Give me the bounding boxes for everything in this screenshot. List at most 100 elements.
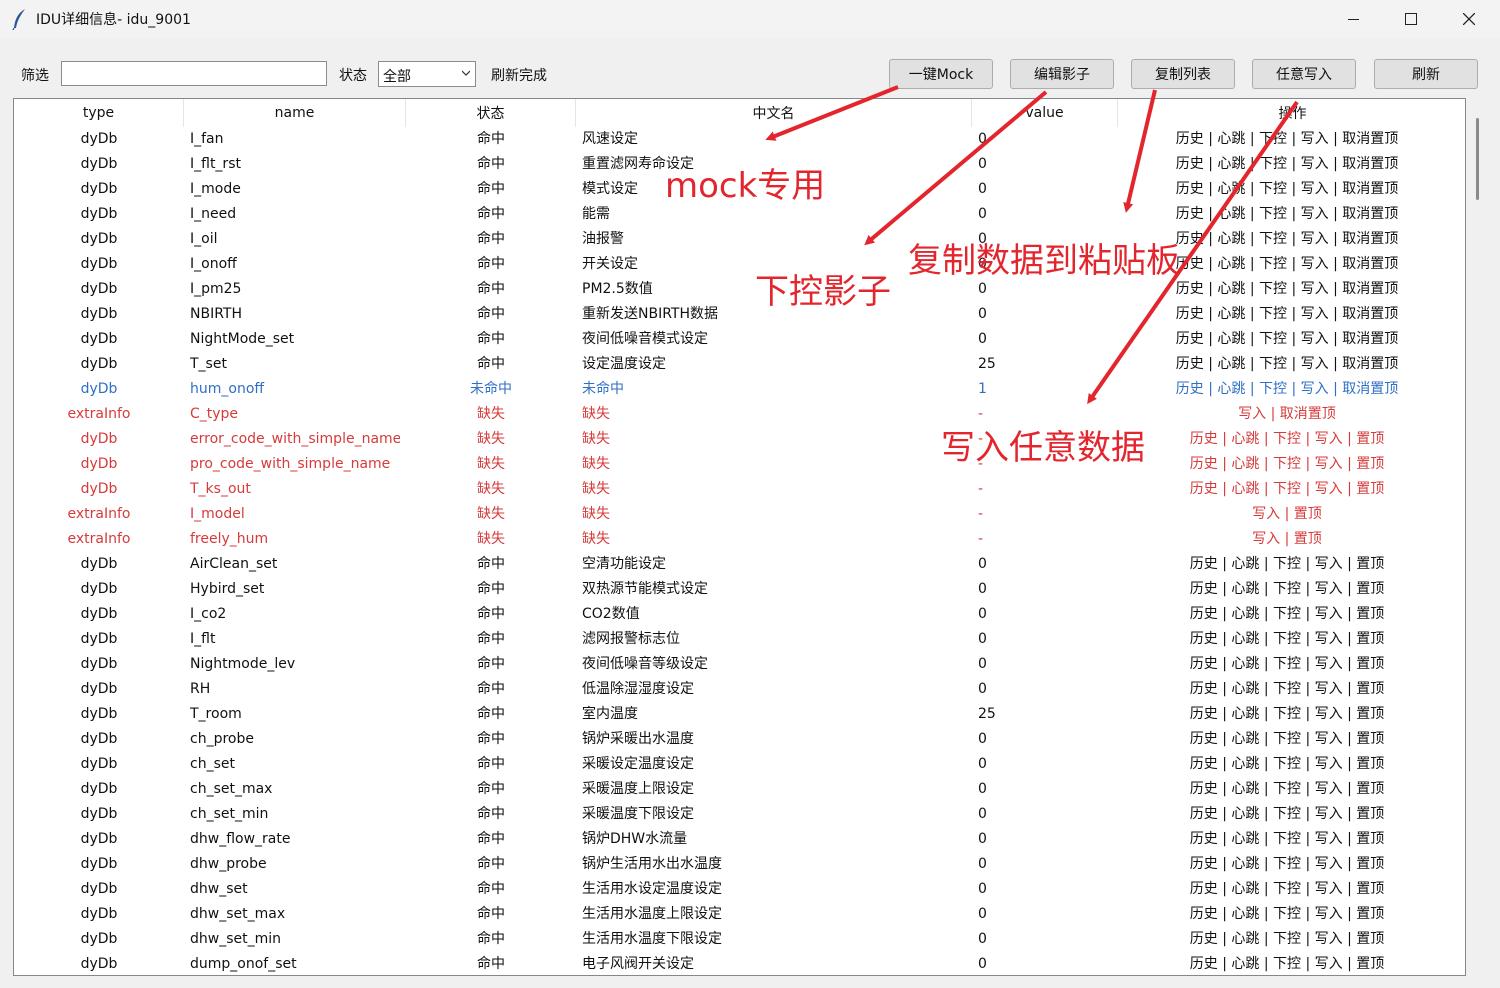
maximize-button[interactable] [1382,0,1440,38]
header-value[interactable]: value [972,99,1118,127]
cell-ops[interactable]: 历史 | 心跳 | 下控 | 写入 | 置顶 [1122,877,1452,902]
cell-name: pro_code_with_simple_name [190,456,391,472]
arbitrary-write-button[interactable]: 任意写入 [1252,59,1356,89]
table-row[interactable]: dyDb NBIRTH 命中 重新发送NBIRTH数据 0 历史 | 心跳 | 下控 | … [14,302,1465,327]
cell-ops[interactable]: 历史 | 心跳 | 下控 | 写入 | 置顶 [1122,852,1452,877]
table-row[interactable]: dyDb dhw_set_min 命中 生活用水温度下限设定 0 历史 | 心跳 | 下控… [14,927,1465,952]
cell-ops[interactable]: 历史 | 心跳 | 下控 | 写入 | 置顶 [1122,952,1452,975]
scrollbar[interactable] [1468,98,1486,976]
table-row[interactable]: dyDb pro_code_with_simple_name 缺失 缺失 - 历史 | 心… [14,452,1465,477]
table-row[interactable]: dyDb ch_set 命中 采暖设定温度设定 0 历史 | 心跳 | 下控 | 写入 |… [14,752,1465,777]
cell-ops[interactable]: 历史 | 心跳 | 下控 | 写入 | 置顶 [1122,427,1452,452]
cell-name: I_fan [190,131,224,147]
table-row[interactable]: dyDb dhw_set 命中 生活用水设定温度设定 0 历史 | 心跳 | 下控 | 写… [14,877,1465,902]
cell-ops[interactable]: 历史 | 心跳 | 下控 | 写入 | 取消置顶 [1122,202,1452,227]
table-row[interactable]: dyDb dhw_probe 命中 锅炉生活用水出水温度 0 历史 | 心跳 | 下控 |… [14,852,1465,877]
cell-ops[interactable]: 历史 | 心跳 | 下控 | 写入 | 置顶 [1122,702,1452,727]
cell-ops[interactable]: 历史 | 心跳 | 下控 | 写入 | 置顶 [1122,552,1452,577]
cell-ops[interactable]: 写入 | 取消置顶 [1122,402,1452,427]
table-row[interactable]: dyDb hum_onoff 未命中 未命中 1 历史 | 心跳 | 下控 | 写入 | … [14,377,1465,402]
annotation-copy: 复制数据到粘贴板 [908,241,1180,281]
cell-name: I_need [190,206,237,222]
cell-ops[interactable]: 历史 | 心跳 | 下控 | 写入 | 取消置顶 [1122,327,1452,352]
table-row[interactable]: dyDb dhw_flow_rate 命中 锅炉DHW水流量 0 历史 | 心跳 | 下控… [14,827,1465,852]
cell-name: C_type [190,406,239,422]
cell-ops[interactable]: 历史 | 心跳 | 下控 | 写入 | 取消置顶 [1122,152,1452,177]
cell-type: dyDb [80,906,118,922]
header-cn-name[interactable]: 中文名 [576,99,972,127]
table-row[interactable]: dyDb ch_set_min 命中 采暖温度下限设定 0 历史 | 心跳 | 下控 | … [14,802,1465,827]
table-row[interactable]: dyDb ch_probe 命中 锅炉采暖出水温度 0 历史 | 心跳 | 下控 | 写入… [14,727,1465,752]
header-type[interactable]: type [14,99,184,127]
table-row[interactable]: dyDb ch_set_max 命中 采暖温度上限设定 0 历史 | 心跳 | 下控 | … [14,777,1465,802]
cell-ops[interactable]: 历史 | 心跳 | 下控 | 写入 | 置顶 [1122,827,1452,852]
cell-cn-name: 采暖温度下限设定 [582,806,694,822]
table-row[interactable]: dyDb I_fan 命中 风速设定 0 历史 | 心跳 | 下控 | 写入 | 取消置顶 [14,127,1465,152]
cell-ops[interactable]: 历史 | 心跳 | 下控 | 写入 | 置顶 [1122,452,1452,477]
cell-cn-name: 滤网报警标志位 [582,631,680,647]
cell-ops[interactable]: 历史 | 心跳 | 下控 | 写入 | 置顶 [1122,927,1452,952]
cell-cn-name: 生活用水设定温度设定 [582,881,722,897]
table-row[interactable]: dyDb I_onoff 命中 开关设定 0 历史 | 心跳 | 下控 | 写入 | 取消… [14,252,1465,277]
cell-value: - [978,531,984,547]
state-select[interactable]: 全部 [378,61,476,87]
table-row[interactable]: dyDb T_set 命中 设定温度设定 25 历史 | 心跳 | 下控 | 写入 | 取… [14,352,1465,377]
header-ops[interactable]: 操作 [1118,99,1465,127]
cell-ops[interactable]: 历史 | 心跳 | 下控 | 写入 | 置顶 [1122,902,1452,927]
refresh-button[interactable]: 刷新 [1374,59,1478,89]
table-row[interactable]: dyDb NightMode_set 命中 夜间低噪音模式设定 0 历史 | 心跳 | 下… [14,327,1465,352]
table-row[interactable]: dyDb I_oil 命中 油报警 0 历史 | 心跳 | 下控 | 写入 | 取消置顶 [14,227,1465,252]
cell-ops[interactable]: 历史 | 心跳 | 下控 | 写入 | 置顶 [1122,802,1452,827]
cell-type: dyDb [80,831,118,847]
scrollbar-thumb[interactable] [1476,118,1479,200]
cell-ops[interactable]: 历史 | 心跳 | 下控 | 写入 | 置顶 [1122,577,1452,602]
table-row[interactable]: dyDb I_flt 命中 滤网报警标志位 0 历史 | 心跳 | 下控 | 写入 | 置… [14,627,1465,652]
cell-name: dhw_probe [190,856,267,872]
cell-cn-name: 缺失 [582,406,610,422]
cell-ops[interactable]: 历史 | 心跳 | 下控 | 写入 | 置顶 [1122,677,1452,702]
cell-state: 缺失 [477,531,505,547]
cell-ops[interactable]: 历史 | 心跳 | 下控 | 写入 | 置顶 [1122,477,1452,502]
cell-state: 命中 [477,831,505,847]
cell-ops[interactable]: 历史 | 心跳 | 下控 | 写入 | 置顶 [1122,602,1452,627]
cell-ops[interactable]: 历史 | 心跳 | 下控 | 写入 | 取消置顶 [1122,377,1452,402]
cell-ops[interactable]: 历史 | 心跳 | 下控 | 写入 | 置顶 [1122,777,1452,802]
header-state[interactable]: 状态 [406,99,576,127]
table-row[interactable]: extraInfo freely_hum 缺失 缺失 - 写入 | 置顶 [14,527,1465,552]
cell-ops[interactable]: 历史 | 心跳 | 下控 | 写入 | 取消置顶 [1122,127,1452,152]
close-button[interactable] [1440,0,1498,38]
close-icon [1463,13,1475,25]
mock-button[interactable]: 一键Mock [889,59,993,89]
table-row[interactable]: dyDb T_ks_out 缺失 缺失 - 历史 | 心跳 | 下控 | 写入 | 置顶 [14,477,1465,502]
cell-type: dyDb [80,281,118,297]
table-row[interactable]: dyDb I_pm25 命中 PM2.5数值 0 历史 | 心跳 | 下控 | 写入 | … [14,277,1465,302]
copy-list-button[interactable]: 复制列表 [1131,59,1235,89]
minimize-button[interactable] [1324,0,1382,38]
filter-input[interactable] [61,61,327,86]
cell-ops[interactable]: 历史 | 心跳 | 下控 | 写入 | 置顶 [1122,727,1452,752]
table-row[interactable]: dyDb dhw_set_max 命中 生活用水温度上限设定 0 历史 | 心跳 | 下控… [14,902,1465,927]
cell-value: - [978,481,984,497]
cell-ops[interactable]: 历史 | 心跳 | 下控 | 写入 | 置顶 [1122,752,1452,777]
cell-ops[interactable]: 历史 | 心跳 | 下控 | 写入 | 置顶 [1122,652,1452,677]
header-name[interactable]: name [184,99,406,127]
table-row[interactable]: dyDb RH 命中 低温除湿湿度设定 0 历史 | 心跳 | 下控 | 写入 | 置顶 [14,677,1465,702]
cell-ops[interactable]: 写入 | 置顶 [1122,502,1452,527]
table-row[interactable]: dyDb dump_onof_set 命中 电子风阀开关设定 0 历史 | 心跳 | 下控… [14,952,1465,975]
table-row[interactable]: dyDb Nightmode_lev 命中 夜间低噪音等级设定 0 历史 | 心跳 | 下… [14,652,1465,677]
cell-ops[interactable]: 历史 | 心跳 | 下控 | 写入 | 取消置顶 [1122,302,1452,327]
cell-state: 命中 [477,131,505,147]
table-row[interactable]: extraInfo C_type 缺失 缺失 - 写入 | 取消置顶 [14,402,1465,427]
cell-ops[interactable]: 历史 | 心跳 | 下控 | 写入 | 取消置顶 [1122,352,1452,377]
table-row[interactable]: dyDb I_co2 命中 CO2数值 0 历史 | 心跳 | 下控 | 写入 | 置顶 [14,602,1465,627]
table-row[interactable]: dyDb Hybird_set 命中 双热源节能模式设定 0 历史 | 心跳 | 下控 |… [14,577,1465,602]
table-row[interactable]: dyDb error_code_with_simple_name 缺失 缺失 - 历史 |… [14,427,1465,452]
table-row[interactable]: dyDb AirClean_set 命中 空清功能设定 0 历史 | 心跳 | 下控 | … [14,552,1465,577]
table-row[interactable]: extraInfo I_model 缺失 缺失 - 写入 | 置顶 [14,502,1465,527]
cell-ops[interactable]: 写入 | 置顶 [1122,527,1452,552]
edit-shadow-button[interactable]: 编辑影子 [1010,59,1114,89]
cell-type: dyDb [80,581,118,597]
cell-ops[interactable]: 历史 | 心跳 | 下控 | 写入 | 置顶 [1122,627,1452,652]
cell-ops[interactable]: 历史 | 心跳 | 下控 | 写入 | 取消置顶 [1122,177,1452,202]
table-row[interactable]: dyDb T_room 命中 室内温度 25 历史 | 心跳 | 下控 | 写入 | 置顶 [14,702,1465,727]
